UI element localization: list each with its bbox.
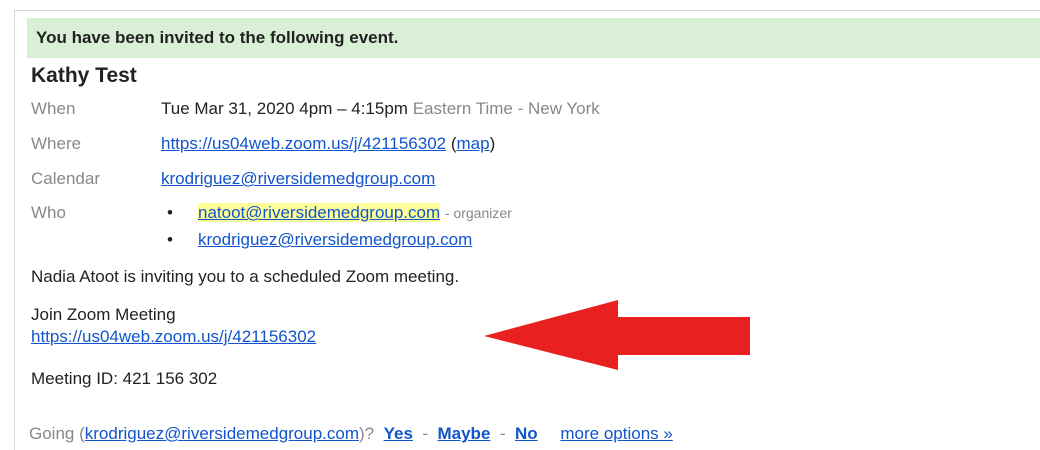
more-options-link[interactable]: more options » (560, 424, 672, 443)
rsvp-yes-link[interactable]: Yes (384, 424, 413, 443)
rsvp-footer: Going (krodriguez@riversidemedgroup.com)… (29, 424, 673, 444)
rsvp-no-link[interactable]: No (515, 424, 538, 443)
going-suffix: )? (359, 424, 375, 443)
rsvp-maybe-link[interactable]: Maybe (437, 424, 490, 443)
going-prefix: Going ( (29, 424, 85, 443)
going-email-link[interactable]: krodriguez@riversidemedgroup.com (85, 424, 359, 443)
red-arrow-icon (484, 300, 750, 370)
separator: - (422, 424, 429, 443)
separator: - (499, 424, 506, 443)
